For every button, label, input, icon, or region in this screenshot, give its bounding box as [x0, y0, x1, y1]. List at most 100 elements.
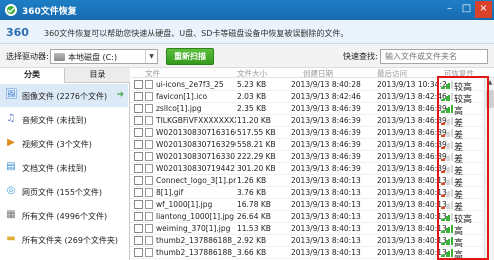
- toolbar: 选择驱动器: 本地磁盘 (C:) ▼ 重新扫描 快速查找:: [0, 44, 494, 68]
- table-row[interactable]: W0201308307194427 301.20 KB 2013/9/13 8:46…: [131, 163, 483, 177]
- table-row[interactable]: favicon[1].ico 2.03 KB 2013/9/13 8:42:46 20…: [131, 91, 483, 105]
- signal-bars-icon: [441, 189, 453, 197]
- table-row[interactable]: 8[1].gif 3.76 KB 2013/9/13 8:40:13 2013/9/1…: [131, 187, 483, 201]
- close-button[interactable]: ×: [475, 1, 492, 18]
- table-row[interactable]: W0201308307163301 222.29 KB 2013/9/13 8:46…: [131, 151, 483, 165]
- file-size: 16.78 KB: [237, 200, 271, 209]
- search-input[interactable]: [380, 49, 488, 64]
- category-sidebar: 分类 目录 🖼 图像文件 (2276个文件) ➔ ♫ 音频文件 (未找到) ▶ 视频文件 (…: [0, 68, 130, 260]
- created-date: 2013/9/13 8:42:46: [291, 92, 361, 101]
- table-row[interactable]: thumb2_137886188_ 3.66 KB 2013/9/13 8:40:1…: [131, 247, 483, 260]
- file-icon: [145, 116, 153, 125]
- row-checkbox[interactable]: [134, 200, 143, 209]
- vertical-scrollbar[interactable]: ▲: [484, 78, 494, 260]
- scroll-up-icon[interactable]: ▲: [485, 78, 494, 88]
- file-name: Connect_logo_3[1].png: [156, 176, 236, 185]
- folder-icon: ▬: [6, 233, 16, 244]
- maximize-button[interactable]: □: [458, 1, 475, 18]
- row-checkbox[interactable]: [134, 92, 143, 101]
- table-row[interactable]: ui-icons_2e7f3_25 5.23 KB 2013/9/13 8:40:2…: [131, 79, 483, 93]
- tab-category[interactable]: 分类: [0, 68, 65, 83]
- chevron-down-icon[interactable]: ▼: [145, 50, 157, 63]
- file-size: 11.20 KB: [237, 116, 271, 125]
- file-icon: [145, 212, 153, 221]
- table-row[interactable]: weiming_370[1].jpg 11.53 KB 2013/9/13 8:40…: [131, 223, 483, 237]
- header-created[interactable]: 创建日期: [303, 68, 333, 79]
- accessed-date: 2013/9/13 10:34:28: [377, 80, 447, 89]
- row-checkbox[interactable]: [134, 236, 143, 245]
- created-date: 2013/9/13 8:40:13: [291, 188, 361, 197]
- created-date: 2013/9/13 8:40:13: [291, 212, 361, 221]
- sidebar-item-label: 视频文件 (3个文件): [22, 140, 92, 149]
- sidebar-item[interactable]: ◎ 网页文件 (155个文件): [0, 180, 128, 203]
- sidebar-tabs: 分类 目录: [0, 68, 130, 83]
- scrollbar-thumb[interactable]: [486, 90, 494, 108]
- table-row[interactable]: zslIco[1].jpg 2.35 KB 2013/9/13 8:46:39 201…: [131, 103, 483, 117]
- row-checkbox[interactable]: [134, 116, 143, 125]
- file-name: liantong_1000[1].jpg: [156, 212, 235, 221]
- rescan-button[interactable]: 重新扫描: [166, 48, 214, 65]
- row-checkbox[interactable]: [134, 188, 143, 197]
- file-icon: [145, 152, 153, 161]
- row-checkbox[interactable]: [134, 140, 143, 149]
- row-checkbox[interactable]: [134, 164, 143, 173]
- file-icon: [145, 80, 153, 89]
- file-icon: [145, 92, 153, 101]
- file-size: 301.20 KB: [237, 164, 276, 173]
- row-checkbox[interactable]: [134, 212, 143, 221]
- accessed-date: 2013/9/13 8:46:39: [377, 128, 447, 137]
- table-row[interactable]: TILKGBFiVFXXXXXXXX 11.20 KB 2013/9/13 8:46…: [131, 115, 483, 129]
- file-size: 2.92 KB: [237, 236, 267, 245]
- tab-directory[interactable]: 目录: [65, 68, 130, 83]
- header-accessed[interactable]: 最后访问: [377, 68, 407, 79]
- sidebar-item[interactable]: 🖼 图像文件 (2276个文件) ➔: [0, 84, 128, 107]
- signal-bars-icon: [441, 117, 453, 125]
- header-size[interactable]: 文件大小: [237, 68, 267, 79]
- header-file[interactable]: 文件: [145, 68, 160, 79]
- row-checkbox[interactable]: [134, 128, 143, 137]
- table-row[interactable]: liantong_1000[1].jpg 26.64 KB 2013/9/13 8:…: [131, 211, 483, 225]
- window-title: 360文件恢复: [22, 7, 77, 17]
- info-banner: 360 360文件恢复可以帮助您快速从硬盘、U盘、SD卡等磁盘设备中恢复被误删除…: [0, 20, 494, 44]
- row-checkbox[interactable]: [134, 176, 143, 185]
- minimize-button[interactable]: –: [441, 1, 458, 18]
- file-size: 26.64 KB: [237, 212, 271, 221]
- file-icon: [145, 104, 153, 113]
- sidebar-item[interactable]: ▬ 所有文件夹 (269个文件夹): [0, 228, 128, 251]
- sidebar-item-label: 音频文件 (未找到): [22, 116, 87, 125]
- drive-select[interactable]: 本地磁盘 (C:) ▼: [50, 49, 158, 64]
- file-name: thumb2_137886188_: [156, 236, 236, 245]
- table-row[interactable]: wf_1000[1].jpg 16.78 KB 2013/9/13 8:40:13 2…: [131, 199, 483, 213]
- sidebar-item[interactable]: ♫ 音频文件 (未找到): [0, 108, 128, 131]
- table-row[interactable]: Connect_logo_3[1].png 1.26 KB 2013/9/13 8:…: [131, 175, 483, 189]
- file-name: W0201308307163160: [156, 128, 236, 137]
- file-size: 517.55 KB: [237, 128, 276, 137]
- signal-bars-icon: [441, 237, 453, 245]
- table-row[interactable]: W0201308307163290 558.21 KB 2013/9/13 8:46…: [131, 139, 483, 153]
- row-checkbox[interactable]: [134, 80, 143, 89]
- row-checkbox[interactable]: [134, 248, 143, 257]
- file-name: W0201308307194427: [156, 164, 236, 173]
- table-row[interactable]: W0201308307163160 517.55 KB 2013/9/13 8:46…: [131, 127, 483, 141]
- file-icon: [145, 188, 153, 197]
- sidebar-item[interactable]: ▶ 视频文件 (3个文件): [0, 132, 128, 155]
- file-icon: [145, 128, 153, 137]
- sidebar-item-label: 所有文件夹 (269个文件夹): [22, 236, 119, 245]
- row-checkbox[interactable]: [134, 152, 143, 161]
- row-checkbox[interactable]: [134, 224, 143, 233]
- accessed-date: 2013/9/13 8:46:39: [377, 104, 447, 113]
- table-row[interactable]: thumb2_137886188_ 2.92 KB 2013/9/13 8:40:1…: [131, 235, 483, 249]
- drive-label: 选择驱动器:: [6, 52, 49, 61]
- header-recoverability[interactable]: 可恢复性: [444, 68, 474, 79]
- signal-bars-icon: [441, 105, 453, 113]
- file-name: weiming_370[1].jpg: [156, 224, 231, 233]
- row-checkbox[interactable]: [134, 104, 143, 113]
- accessed-date: 2013/9/13 8:40:13: [377, 248, 447, 257]
- sidebar-item-label: 图像文件 (2276个文件): [22, 92, 108, 101]
- sidebar-item[interactable]: ▦ 所有文件 (4996个文件): [0, 204, 128, 227]
- signal-bars-icon: [441, 165, 453, 173]
- accessed-date: 2013/9/13 8:46:39: [377, 116, 447, 125]
- sidebar-item[interactable]: ▤ 文档文件 (未找到): [0, 156, 128, 179]
- app-description: 360文件恢复可以帮助您快速从硬盘、U盘、SD卡等磁盘设备中恢复被误删除的文件。: [44, 29, 349, 38]
- all-files-icon: ▦: [6, 209, 16, 220]
